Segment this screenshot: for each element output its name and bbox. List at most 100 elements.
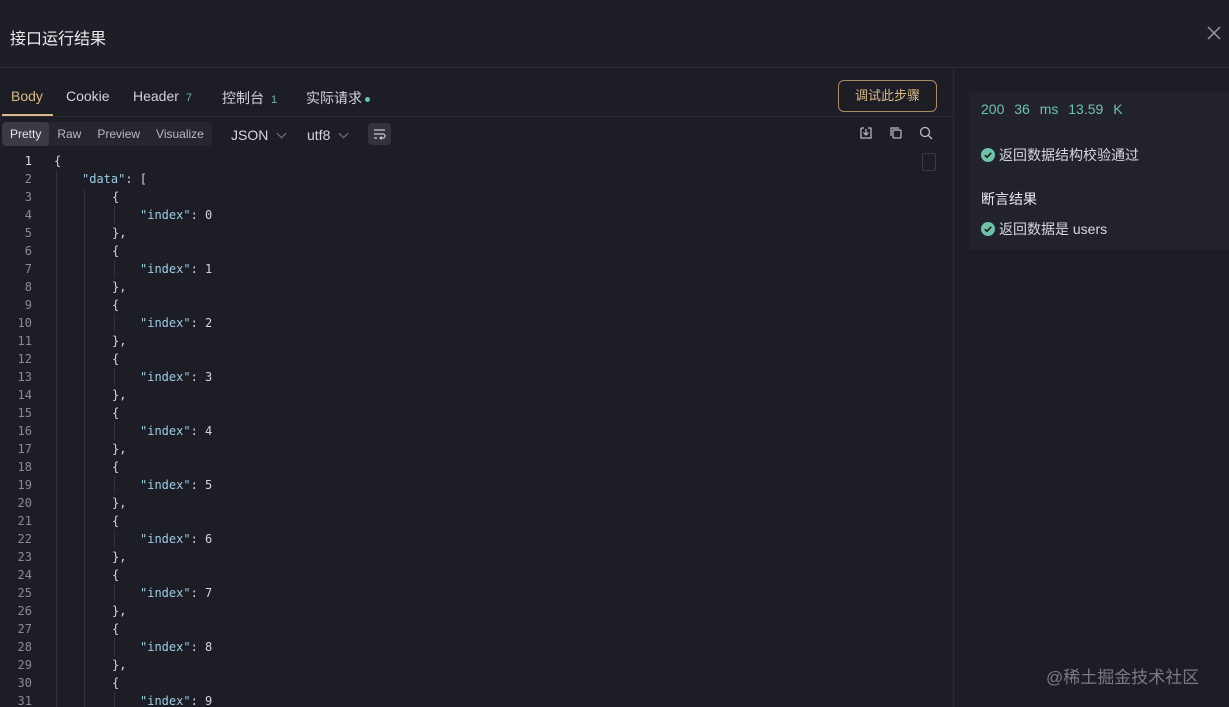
code-text: { <box>112 458 119 476</box>
view-mode-switch: Pretty Raw Preview Visualize <box>2 122 212 146</box>
copy-icon[interactable] <box>888 125 904 141</box>
json-key: "index" <box>140 316 191 330</box>
view-mode-raw[interactable]: Raw <box>49 122 89 146</box>
json-key: "index" <box>140 262 191 276</box>
line-number: 10 <box>17 316 32 330</box>
line-number: 13 <box>17 370 32 384</box>
code-line[interactable]: 31 "index": 9 <box>0 692 940 707</box>
code-line[interactable]: 20}, <box>0 494 940 512</box>
debug-step-button[interactable]: 调试此步骤 <box>838 80 937 112</box>
word-wrap-button[interactable] <box>368 123 391 145</box>
encoding-select[interactable]: utf8 <box>307 127 349 143</box>
tab-console[interactable]: 控制台 1 <box>222 88 277 108</box>
line-number: 27 <box>17 622 32 636</box>
line-number: 11 <box>17 334 32 348</box>
code-line[interactable]: 11}, <box>0 332 940 350</box>
code-line[interactable]: 30 { <box>0 674 940 692</box>
tab-header-label: Header <box>133 88 179 104</box>
indent-guide <box>114 260 115 278</box>
code-line[interactable]: 5}, <box>0 224 940 242</box>
code-line[interactable]: 17}, <box>0 440 940 458</box>
code-text: "index": 2 <box>140 314 212 332</box>
code-line[interactable]: 19 "index": 5 <box>0 476 940 494</box>
json-token: { <box>112 622 120 636</box>
format-select[interactable]: JSON <box>231 127 287 143</box>
code-line[interactable]: 14}, <box>0 386 940 404</box>
json-key: "index" <box>140 586 191 600</box>
json-token: { <box>112 190 120 204</box>
code-line[interactable]: 7 "index": 1 <box>0 260 940 278</box>
code-line[interactable]: 18 { <box>0 458 940 476</box>
json-key: "index" <box>140 208 191 222</box>
code-line[interactable]: 23}, <box>0 548 940 566</box>
line-number: 20 <box>17 496 32 510</box>
response-status: 200 36 ms 13.59 K <box>981 101 1123 117</box>
code-line[interactable]: 3{ <box>0 188 940 206</box>
code-text: }, <box>112 332 126 350</box>
json-token: }, <box>112 388 127 402</box>
search-icon[interactable] <box>918 125 934 141</box>
tab-cookie[interactable]: Cookie <box>66 88 110 104</box>
wrap-icon <box>374 129 386 140</box>
code-line[interactable]: 4 "index": 0 <box>0 206 940 224</box>
code-line[interactable]: 16 "index": 4 <box>0 422 940 440</box>
line-number: 29 <box>17 658 32 672</box>
code-line[interactable]: 9{ <box>0 296 940 314</box>
code-line[interactable]: 10 "index": 2 <box>0 314 940 332</box>
code-line[interactable]: 13 "index": 3 <box>0 368 940 386</box>
json-token: : 8 <box>190 640 213 654</box>
json-key: "index" <box>140 370 191 384</box>
indent-guide <box>84 188 85 707</box>
code-line[interactable]: 8}, <box>0 278 940 296</box>
json-token: : 6 <box>190 532 213 546</box>
response-size: 13.59 K <box>1068 101 1123 117</box>
json-token: : 2 <box>190 316 213 330</box>
minimap-viewport[interactable] <box>922 153 936 171</box>
json-editor[interactable]: 1{2 "data": [3{4 "index": 0 5}, 6{7 "index": … <box>0 152 940 707</box>
code-line[interactable]: 15 { <box>0 404 940 422</box>
line-number: 9 <box>24 298 32 312</box>
code-text: }, <box>112 602 126 620</box>
indent-guide <box>114 368 115 386</box>
code-text: }, <box>112 224 126 242</box>
code-line[interactable]: 22 "index": 6 <box>0 530 940 548</box>
line-number: 24 <box>17 568 32 582</box>
tab-actual-request[interactable]: 实际请求 <box>306 88 370 108</box>
code-line[interactable]: 6{ <box>0 242 940 260</box>
view-mode-visualize[interactable]: Visualize <box>148 122 212 146</box>
dialog-title: 接口运行结果 <box>10 31 107 48</box>
line-number: 1 <box>24 154 32 168</box>
line-number: 5 <box>24 226 32 240</box>
view-mode-preview[interactable]: Preview <box>89 122 148 146</box>
json-token: { <box>112 352 120 366</box>
code-line[interactable]: 28 "index": 8 <box>0 638 940 656</box>
code-line[interactable]: 27 { <box>0 620 940 638</box>
code-line[interactable]: 2 "data": [ <box>0 170 940 188</box>
result-sidebar: 200 36 ms 13.59 K 返回数据结构校验通过 断言结果 返回数据是 … <box>955 68 1229 707</box>
json-token: { <box>112 568 120 582</box>
view-mode-pretty[interactable]: Pretty <box>2 122 50 146</box>
json-token: }, <box>112 280 127 294</box>
code-line[interactable]: 29}, <box>0 656 940 674</box>
json-token: : 9 <box>190 694 213 707</box>
code-line[interactable]: 26}, <box>0 602 940 620</box>
code-line[interactable]: 1{ <box>0 152 940 170</box>
indent-guide <box>114 206 115 224</box>
assertion-row: 返回数据是 users <box>981 219 1107 239</box>
code-text: "index": 1 <box>140 260 212 278</box>
code-line[interactable]: 21 { <box>0 512 940 530</box>
close-icon[interactable] <box>1205 24 1223 42</box>
json-key: "data" <box>82 172 126 186</box>
tab-header[interactable]: Header 7 <box>133 88 192 104</box>
tab-body[interactable]: Body <box>11 88 43 104</box>
schema-check-text: 返回数据结构校验通过 <box>999 147 1139 163</box>
code-text: "index": 0 <box>140 206 212 224</box>
line-number: 14 <box>17 388 32 402</box>
code-text: "data": [ <box>82 170 147 188</box>
code-line[interactable]: 25 "index": 7 <box>0 584 940 602</box>
code-line[interactable]: 24 { <box>0 566 940 584</box>
tab-body-label: Body <box>11 88 43 104</box>
code-text: }, <box>112 278 126 296</box>
code-line[interactable]: 12 { <box>0 350 940 368</box>
download-icon[interactable] <box>858 125 874 141</box>
